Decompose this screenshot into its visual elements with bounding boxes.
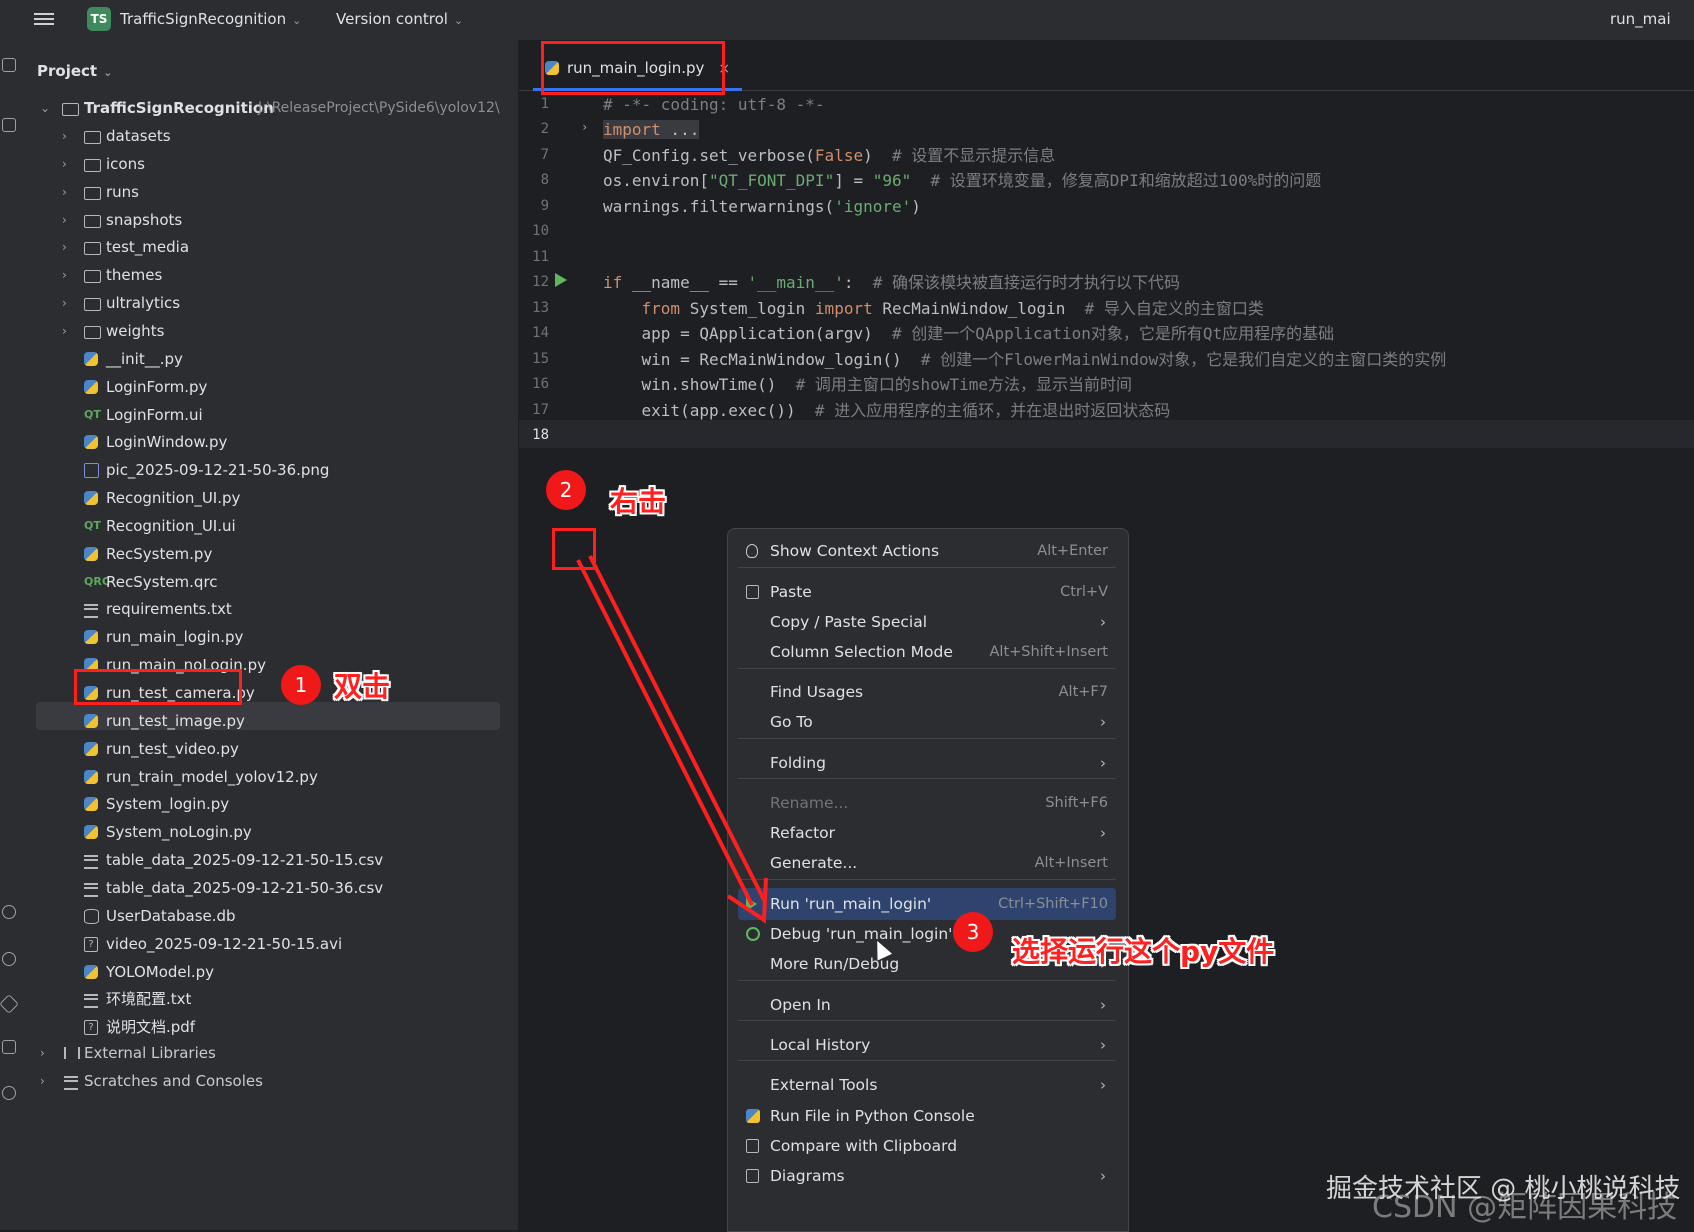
arrow-shaft-b bbox=[588, 555, 766, 901]
watermark-juejin: 掘金技术社区 @ 桃小桃说科技 bbox=[1326, 1174, 1681, 1204]
annotation-arrow bbox=[576, 555, 768, 924]
arrow-shaft-a bbox=[576, 559, 754, 906]
